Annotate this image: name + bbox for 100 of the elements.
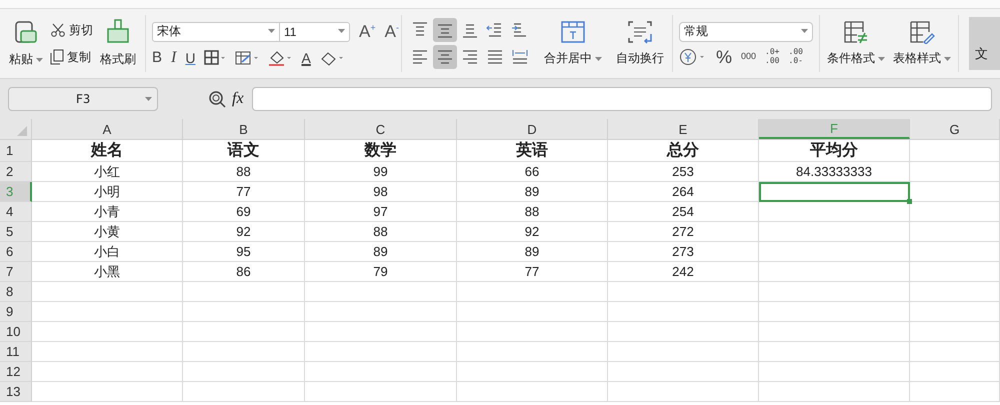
copy-button[interactable]: 复制 — [50, 48, 93, 66]
table-cell[interactable] — [759, 342, 910, 362]
table-cell[interactable]: 小红 — [32, 162, 183, 182]
table-cell[interactable]: 英语 — [457, 140, 608, 162]
underline-button[interactable]: U — [185, 50, 196, 64]
table-cell[interactable]: 小青 — [32, 202, 183, 222]
row-header[interactable]: 12 — [0, 362, 32, 382]
table-cell[interactable] — [305, 362, 457, 382]
table-cell[interactable]: 小明 — [32, 182, 183, 202]
row-header[interactable]: 4 — [0, 202, 32, 222]
table-cell[interactable]: 语文 — [183, 140, 305, 162]
table-cell[interactable]: 89 — [457, 242, 608, 262]
table-cell[interactable] — [910, 302, 1000, 322]
table-cell[interactable]: 253 — [608, 162, 759, 182]
table-cell[interactable] — [910, 322, 1000, 342]
table-cell[interactable] — [457, 282, 608, 302]
table-cell[interactable] — [183, 282, 305, 302]
table-style-button[interactable]: 表格样式 — [892, 18, 952, 69]
percent-button[interactable]: % — [716, 48, 732, 66]
table-cell[interactable]: 98 — [305, 182, 457, 202]
table-cell[interactable]: 姓名 — [32, 140, 183, 162]
column-header[interactable]: C — [305, 119, 457, 139]
name-box[interactable]: F3 — [8, 87, 158, 111]
table-cell[interactable]: 数学 — [305, 140, 457, 162]
table-cell[interactable] — [305, 382, 457, 402]
table-cell[interactable]: 88 — [305, 222, 457, 242]
table-cell[interactable]: 小黄 — [32, 222, 183, 242]
table-cell[interactable]: 97 — [305, 202, 457, 222]
table-cell[interactable] — [457, 322, 608, 342]
table-cell[interactable] — [910, 342, 1000, 362]
table-cell[interactable] — [32, 362, 183, 382]
table-cell[interactable]: 89 — [305, 242, 457, 262]
column-header[interactable]: D — [457, 119, 608, 139]
table-cell[interactable] — [183, 382, 305, 402]
table-cell[interactable] — [32, 342, 183, 362]
conditional-format-button[interactable]: 条件格式 — [826, 18, 886, 69]
cell-fill-icon[interactable] — [235, 50, 260, 66]
table-cell[interactable]: 77 — [183, 182, 305, 202]
table-cell[interactable] — [910, 282, 1000, 302]
table-cell[interactable] — [759, 382, 910, 402]
table-cell[interactable] — [608, 342, 759, 362]
bold-button[interactable]: B — [152, 50, 162, 65]
table-cell[interactable] — [759, 242, 910, 262]
table-cell[interactable]: 88 — [457, 202, 608, 222]
table-cell[interactable]: 88 — [183, 162, 305, 182]
table-cell[interactable] — [457, 362, 608, 382]
table-cell[interactable]: 264 — [608, 182, 759, 202]
table-cell[interactable]: 272 — [608, 222, 759, 242]
table-cell[interactable] — [759, 362, 910, 382]
row-header[interactable]: 11 — [0, 342, 32, 362]
table-cell[interactable]: 89 — [457, 182, 608, 202]
table-cell[interactable]: 92 — [183, 222, 305, 242]
table-cell[interactable] — [32, 302, 183, 322]
align-button[interactable] — [433, 45, 457, 69]
table-cell[interactable]: 66 — [457, 162, 608, 182]
italic-button[interactable]: I — [171, 50, 176, 66]
table-cell[interactable] — [32, 322, 183, 342]
table-cell[interactable] — [457, 382, 608, 402]
select-all-icon[interactable] — [17, 126, 27, 136]
table-cell[interactable] — [910, 382, 1000, 402]
active-cell[interactable] — [759, 182, 910, 202]
table-cell[interactable] — [910, 182, 1000, 202]
font-size-dropdown[interactable]: 11 — [280, 22, 350, 42]
table-cell[interactable]: 平均分 — [759, 140, 910, 162]
paste-button[interactable]: 粘贴 — [6, 17, 46, 70]
row-header[interactable]: 1 — [0, 140, 32, 162]
table-cell[interactable] — [457, 302, 608, 322]
row-header[interactable]: 13 — [0, 382, 32, 402]
column-header[interactable]: B — [183, 119, 305, 139]
decrease-decimal-button[interactable]: .00 .0- — [788, 48, 803, 65]
row-header[interactable]: 9 — [0, 302, 32, 322]
table-cell[interactable] — [32, 282, 183, 302]
row-header[interactable]: 8 — [0, 282, 32, 302]
function-label[interactable]: fx — [232, 90, 244, 108]
eraser-icon[interactable] — [320, 50, 344, 66]
table-cell[interactable] — [910, 362, 1000, 382]
fill-bucket-icon[interactable] — [268, 50, 292, 66]
increase-font-button[interactable]: A$^{+}$ — [359, 23, 376, 40]
search-icon[interactable] — [208, 90, 226, 108]
table-cell[interactable] — [910, 202, 1000, 222]
table-cell[interactable] — [457, 342, 608, 362]
table-cell[interactable]: 小白 — [32, 242, 183, 262]
table-cell[interactable] — [183, 342, 305, 362]
table-cell[interactable] — [759, 302, 910, 322]
table-cell[interactable] — [759, 322, 910, 342]
table-cell[interactable] — [305, 342, 457, 362]
number-format-dropdown[interactable]: 常规 — [679, 22, 813, 42]
table-cell[interactable] — [305, 282, 457, 302]
table-cell[interactable] — [32, 382, 183, 402]
row-header[interactable]: 7 — [0, 262, 32, 282]
table-cell[interactable] — [608, 382, 759, 402]
table-cell[interactable] — [759, 282, 910, 302]
table-cell[interactable] — [759, 202, 910, 222]
table-cell[interactable]: 99 — [305, 162, 457, 182]
thousands-separator-button[interactable]: 000 — [741, 52, 756, 61]
table-cell[interactable] — [608, 322, 759, 342]
table-cell[interactable]: 总分 — [608, 140, 759, 162]
column-header[interactable]: G — [910, 119, 1000, 139]
row-header[interactable]: 5 — [0, 222, 32, 242]
currency-icon[interactable] — [679, 48, 707, 66]
